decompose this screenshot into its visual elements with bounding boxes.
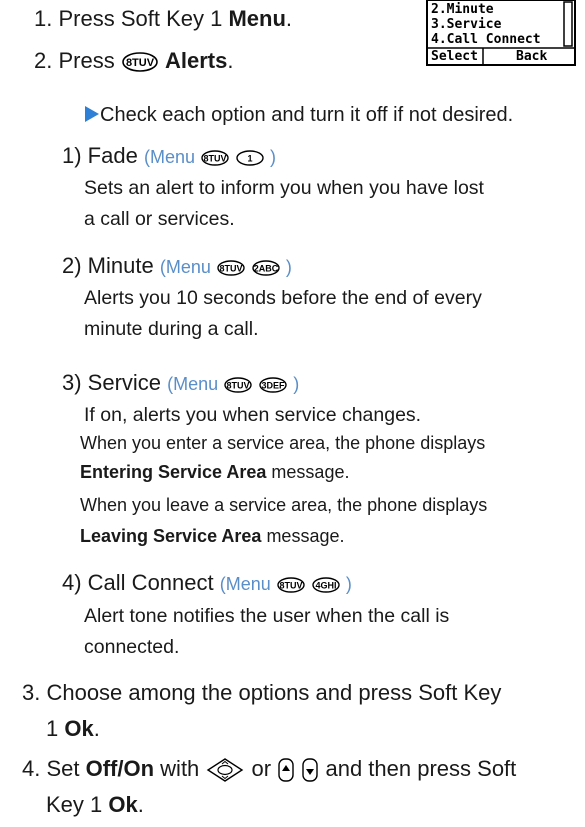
step-text: Press Soft Key 1 [58, 6, 223, 31]
period: . [137, 792, 144, 817]
ok-label: Ok [64, 716, 94, 741]
key-8-icon: 8TUV [121, 51, 159, 73]
option-fade-title: 1) Fade (Menu 8TUV 1 ) [62, 143, 276, 170]
option-call-connect-title: 4) Call Connect (Menu 8TUV 4GHI ) [62, 570, 352, 597]
step-3-line-1: 3. Choose among the options and press So… [22, 680, 502, 705]
softkey-right-label: Back [516, 49, 548, 64]
arrow-right-icon [85, 106, 99, 122]
menu-path: (Menu 8TUV 1 ) [144, 147, 276, 167]
menu-path-label: (Menu [143, 147, 195, 167]
menu-path-label: (Menu [159, 257, 211, 277]
menu-path: (Menu 8TUV 2ABC ) [160, 257, 292, 277]
step-text: Key 1 [46, 792, 103, 817]
svg-text:8TUV: 8TUV [279, 581, 302, 591]
option-service-desc-1: If on, alerts you when service changes. [84, 404, 422, 426]
key-3-icon: 3DEF [258, 376, 288, 394]
option-service-enter-line: When you enter a service area, the phone… [80, 433, 486, 453]
step-number: 2. [34, 48, 53, 73]
menu-path-close: ) [270, 147, 277, 167]
step-text: or [251, 756, 272, 781]
svg-text:8TUV: 8TUV [227, 381, 250, 391]
option-title: 4) Call Connect [62, 570, 214, 595]
step-text: Press [58, 48, 115, 73]
option-title: 2) Minute [62, 253, 154, 278]
option-service-leave-msg: Leaving Service Area message. [80, 522, 344, 550]
screen-line: 4.Call Connect [431, 32, 541, 47]
step-text: with [160, 756, 200, 781]
phone-screen: 2.Minute 3.Service 4.Call Connect Select… [426, 0, 576, 66]
option-fade-desc-2: a call or services. [84, 208, 235, 230]
side-volume-down-icon [301, 757, 319, 783]
key-8-icon: 8TUV [223, 376, 253, 394]
step-text: 4. Set [22, 756, 80, 781]
ok-label: Ok [108, 792, 138, 817]
svg-text:3DEF: 3DEF [262, 381, 286, 391]
period: . [93, 716, 100, 741]
note-text: Check each option and turn it off if not… [100, 104, 514, 126]
step-4-line-2: Key 1 Ok. [46, 792, 144, 818]
period: . [285, 6, 293, 31]
period: . [227, 48, 234, 73]
step-4-line-1: 4. Set Off/On with or and then press Sof… [22, 756, 516, 783]
svg-text:8TUV: 8TUV [219, 264, 242, 274]
svg-text:4GHI: 4GHI [315, 581, 336, 591]
screen-line: 3.Service [431, 17, 502, 32]
svg-text:2ABC: 2ABC [254, 264, 279, 274]
option-minute-desc-1: Alerts you 10 seconds before the end of … [84, 287, 482, 309]
step-1: 1. Press Soft Key 1 Menu. [34, 6, 292, 32]
option-call-connect-desc-2: connected. [84, 636, 180, 658]
option-minute-title: 2) Minute (Menu 8TUV 2ABC ) [62, 253, 292, 280]
key-1-icon: 1 [235, 149, 265, 167]
key-4-icon: 4GHI [311, 576, 341, 594]
option-title: 3) Service [62, 370, 162, 395]
message-suffix: message. [261, 526, 345, 546]
key-2-icon: 2ABC [251, 259, 281, 277]
side-volume-up-icon [277, 757, 295, 783]
step-2: 2. Press 8TUV Alerts. [34, 48, 233, 74]
menu-path-close: ) [285, 257, 292, 277]
message-name: Leaving Service Area [80, 526, 262, 546]
option-title: 1) Fade [62, 143, 138, 168]
option-service-leave-line: When you leave a service area, the phone… [80, 495, 488, 515]
step-number: 1. [34, 6, 53, 31]
step-text: and then press Soft [325, 756, 517, 781]
option-call-connect-desc-1: Alert tone notifies the user when the ca… [84, 605, 450, 627]
key-8-icon: 8TUV [216, 259, 246, 277]
key-8-icon: 8TUV [200, 149, 230, 167]
step-3-line-2: 1 Ok. [46, 716, 100, 742]
message-name: Entering Service Area [80, 462, 267, 482]
menu-path-close: ) [345, 574, 352, 594]
menu-path: (Menu 8TUV 3DEF ) [167, 374, 299, 394]
option-minute-desc-2: minute during a call. [84, 318, 259, 340]
svg-text:8TUV: 8TUV [203, 154, 226, 164]
menu-label: Menu [228, 6, 286, 31]
menu-path-label: (Menu [167, 374, 219, 394]
option-fade-desc-1: Sets an alert to inform you when you hav… [84, 177, 484, 199]
svg-text:1: 1 [248, 154, 253, 164]
softkey-left-label: Select [431, 49, 478, 64]
navigation-key-icon [205, 757, 245, 783]
key-8-label: 8TUV [126, 57, 155, 69]
key-8-icon: 8TUV [276, 576, 306, 594]
step-text: 1 [46, 716, 59, 741]
option-service-title: 3) Service (Menu 8TUV 3DEF ) [62, 370, 299, 397]
note: Check each option and turn it off if not… [84, 102, 513, 128]
menu-path: (Menu 8TUV 4GHI ) [220, 574, 352, 594]
option-service-enter-msg: Entering Service Area message. [80, 458, 349, 486]
off-on-label: Off/On [85, 756, 155, 781]
message-suffix: message. [266, 462, 350, 482]
screen-line: 2.Minute [431, 2, 494, 17]
menu-path-close: ) [293, 374, 300, 394]
alerts-label: Alerts [164, 48, 228, 73]
menu-path-label: (Menu [219, 574, 271, 594]
